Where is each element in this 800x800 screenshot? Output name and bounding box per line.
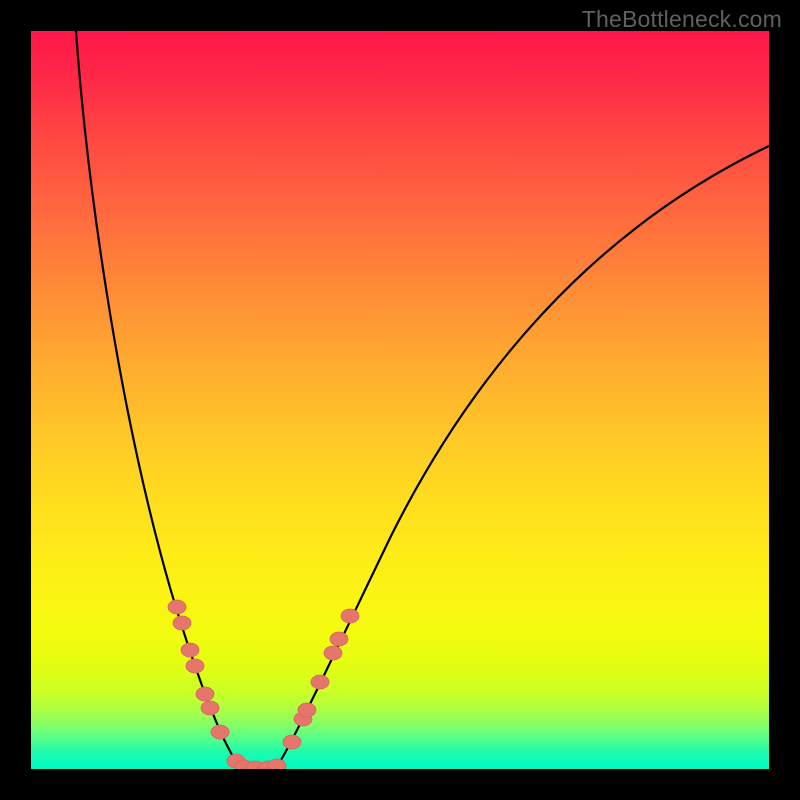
outer-frame: TheBottleneck.com xyxy=(0,0,800,800)
data-marker xyxy=(181,643,199,657)
data-marker xyxy=(311,675,329,689)
data-marker xyxy=(341,609,359,623)
curve-svg xyxy=(31,31,769,769)
plot-area xyxy=(31,31,769,769)
data-marker xyxy=(283,735,301,749)
right-curve xyxy=(276,146,769,768)
data-marker xyxy=(168,600,186,614)
data-marker xyxy=(268,759,286,769)
watermark-text: TheBottleneck.com xyxy=(582,6,782,33)
marker-layer xyxy=(168,600,359,769)
data-marker xyxy=(330,632,348,646)
data-marker xyxy=(211,725,229,739)
curve-group xyxy=(76,31,769,768)
data-marker xyxy=(298,703,316,717)
data-marker xyxy=(186,659,204,673)
data-marker xyxy=(201,701,219,715)
data-marker xyxy=(324,646,342,660)
data-marker xyxy=(173,616,191,630)
left-curve xyxy=(76,31,241,768)
data-marker xyxy=(196,687,214,701)
